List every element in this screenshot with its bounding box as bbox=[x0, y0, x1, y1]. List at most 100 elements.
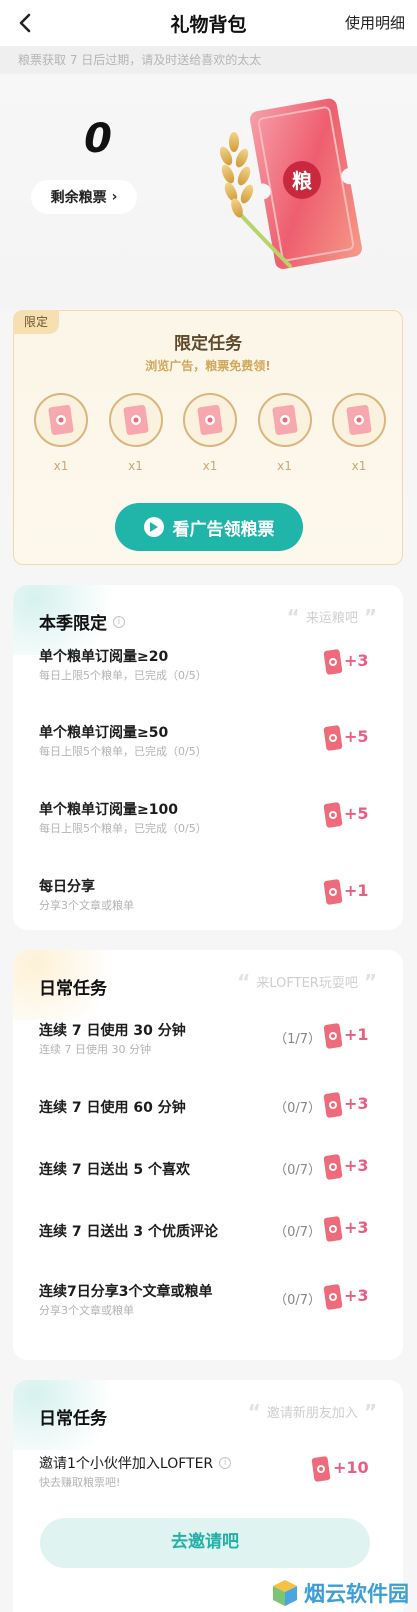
task-reward: +3 bbox=[344, 1156, 369, 1175]
top-bar: 礼物背包 使用明细 bbox=[0, 0, 417, 46]
task-progress: （0/7） bbox=[274, 1293, 321, 1308]
task-row[interactable]: 连续 7 日送出 5 个喜欢 （0/7） +3 bbox=[13, 1145, 403, 1195]
task-reward: +5 bbox=[344, 727, 369, 746]
ticket-icon bbox=[332, 393, 386, 447]
ticket-icon bbox=[183, 393, 237, 447]
ticket-icon bbox=[311, 1456, 331, 1482]
chevron-right-icon: › bbox=[111, 189, 118, 205]
ticket-icon bbox=[323, 802, 343, 828]
reward-amount: x1 bbox=[351, 459, 367, 473]
task-row[interactable]: 单个粮单订阅量≥50 每日上限5个粮单，已完成（0/5） +5 bbox=[13, 716, 403, 766]
limited-task-card: 限定 限定任务 浏览广告，粮票免费领! x1 x1 x1 x1 x1 看广告领粮… bbox=[13, 310, 403, 565]
season-title-text: 本季限定 bbox=[39, 614, 107, 634]
ticket-icon bbox=[257, 393, 312, 447]
task-desc: 每日上限5个粮单，已完成（0/5） bbox=[39, 822, 207, 835]
ticket-icon bbox=[34, 393, 88, 447]
task-desc: 分享3个文章或粮单 bbox=[39, 1304, 134, 1317]
task-row[interactable]: 单个粮单订阅量≥20 每日上限5个粮单，已完成（0/5） +3 bbox=[13, 640, 403, 690]
cube-logo-icon bbox=[273, 1580, 297, 1606]
quote-open-icon: “ bbox=[247, 1399, 261, 1424]
usage-detail-link[interactable]: 使用明细 bbox=[345, 12, 405, 33]
ticket-icon bbox=[323, 1216, 343, 1242]
site-watermark: 烟云软件园 bbox=[270, 1578, 409, 1608]
ticket-char: 粮 bbox=[292, 169, 312, 193]
invite-task-row[interactable]: 邀请1个小伙伴加入LOFTER i 快去赚取粮票吧! +10 bbox=[13, 1447, 403, 1497]
reward-amount: x1 bbox=[202, 459, 218, 473]
section-title: 日常任务 bbox=[39, 974, 107, 999]
daily-task-card: 日常任务 “ 来LOFTER玩耍吧 ” 连续 7 日使用 30 分钟 连续 7 … bbox=[13, 950, 403, 1360]
section-slogan: “ 来运粮吧 ” bbox=[281, 604, 383, 629]
task-title: 单个粮单订阅量≥50 bbox=[39, 725, 169, 741]
task-row[interactable]: 单个粮单订阅量≥100 每日上限5个粮单，已完成（0/5） +5 bbox=[13, 793, 403, 843]
quote-close-icon: ” bbox=[363, 969, 377, 994]
ticket-icon bbox=[323, 1023, 343, 1049]
expiry-notice: 粮票获取 7 日后过期，请及时送给喜欢的太太 bbox=[0, 46, 417, 74]
section-slogan: “ 邀请新朋友加入 ” bbox=[242, 1399, 383, 1424]
limited-task-title: 限定任务 bbox=[174, 334, 242, 354]
ticket-icon bbox=[323, 879, 343, 905]
task-reward: +10 bbox=[333, 1458, 369, 1477]
task-title: 连续 7 日使用 60 分钟 bbox=[39, 1100, 186, 1116]
ticket-icon bbox=[323, 1092, 343, 1118]
task-progress: （0/7） bbox=[274, 1101, 321, 1116]
task-progress: （0/7） bbox=[274, 1225, 321, 1240]
task-title: 单个粮单订阅量≥100 bbox=[39, 802, 178, 818]
task-reward: +3 bbox=[344, 1218, 369, 1237]
task-reward: +3 bbox=[344, 1094, 369, 1113]
section-title: 日常任务 bbox=[39, 1404, 107, 1429]
info-icon[interactable]: i bbox=[113, 615, 125, 628]
task-reward: +5 bbox=[344, 804, 369, 823]
task-reward: +3 bbox=[344, 1286, 369, 1305]
ticket-icon bbox=[323, 1284, 343, 1310]
watch-ad-button[interactable]: 看广告领粮票 bbox=[115, 503, 303, 551]
task-desc: 每日上限5个粮单，已完成（0/5） bbox=[39, 669, 207, 682]
task-desc: 连续 7 日使用 30 分钟 bbox=[39, 1043, 151, 1056]
remaining-tickets-label: 剩余粮票 bbox=[50, 190, 107, 206]
balance-hero: 0 剩余粮票 › 粮 bbox=[0, 74, 417, 309]
task-reward: +3 bbox=[344, 651, 369, 670]
ticket-icon bbox=[323, 649, 343, 675]
quote-open-icon: “ bbox=[286, 604, 300, 629]
task-row[interactable]: 每日分享 分享3个文章或粮单 +1 bbox=[13, 870, 403, 920]
watch-ad-label: 看广告领粮票 bbox=[172, 519, 275, 540]
page-title: 礼物背包 bbox=[170, 13, 247, 36]
ad-reward-item: x1 bbox=[257, 393, 312, 473]
invite-task-title: 邀请1个小伙伴加入LOFTER bbox=[39, 1456, 214, 1472]
task-desc: 分享3个文章或粮单 bbox=[39, 899, 134, 912]
remaining-tickets-button[interactable]: 剩余粮票 › bbox=[31, 180, 137, 214]
task-title: 连续 7 日送出 3 个优质评论 bbox=[39, 1224, 218, 1240]
play-icon bbox=[143, 517, 164, 537]
section-title: 本季限定 i bbox=[39, 609, 125, 634]
ticket-icon bbox=[323, 1154, 343, 1180]
back-button[interactable] bbox=[10, 8, 40, 38]
limited-task-subtitle: 浏览广告，粮票免费领! bbox=[145, 359, 271, 373]
ticket-icon bbox=[323, 725, 343, 751]
slogan-text: 来LOFTER玩耍吧 bbox=[256, 976, 358, 991]
section-slogan: “ 来LOFTER玩耍吧 ” bbox=[231, 969, 383, 994]
invite-button[interactable]: 去邀请吧 bbox=[40, 1518, 370, 1568]
task-title: 单个粮单订阅量≥20 bbox=[39, 649, 169, 665]
task-reward: +1 bbox=[344, 1025, 369, 1044]
task-desc: 快去赚取粮票吧! bbox=[39, 1476, 121, 1489]
watermark-text: 烟云软件园 bbox=[304, 1582, 409, 1606]
task-progress: （1/7） bbox=[274, 1032, 321, 1047]
ad-reward-item: x1 bbox=[183, 393, 237, 473]
task-title: 邀请1个小伙伴加入LOFTER i bbox=[39, 1453, 232, 1473]
info-icon[interactable]: i bbox=[219, 1457, 232, 1469]
gift-backpack-page: 礼物背包 使用明细 粮票获取 7 日后过期，请及时送给喜欢的太太 0 剩余粮票 … bbox=[0, 0, 417, 1612]
reward-amount: x1 bbox=[277, 459, 292, 473]
task-progress: （0/7） bbox=[274, 1163, 321, 1178]
task-row[interactable]: 连续7日分享3个文章或粮单 分享3个文章或粮单 （0/7） +3 bbox=[13, 1275, 403, 1325]
task-reward: +1 bbox=[344, 881, 369, 900]
task-row[interactable]: 连续 7 日使用 60 分钟 （0/7） +3 bbox=[13, 1083, 403, 1133]
task-title: 每日分享 bbox=[39, 879, 95, 895]
reward-amount: x1 bbox=[53, 459, 69, 473]
ad-reward-item: x1 bbox=[34, 393, 88, 473]
quote-open-icon: “ bbox=[237, 969, 251, 994]
daily-title-text: 日常任务 bbox=[39, 979, 107, 999]
task-row[interactable]: 连续 7 日送出 3 个优质评论 （0/7） +3 bbox=[13, 1207, 403, 1257]
ticket-icon bbox=[108, 393, 163, 447]
invite-title-text: 日常任务 bbox=[39, 1409, 107, 1429]
task-row[interactable]: 连续 7 日使用 30 分钟 连续 7 日使用 30 分钟 （1/7） +1 bbox=[13, 1014, 403, 1064]
slogan-text: 邀请新朋友加入 bbox=[266, 1406, 358, 1421]
